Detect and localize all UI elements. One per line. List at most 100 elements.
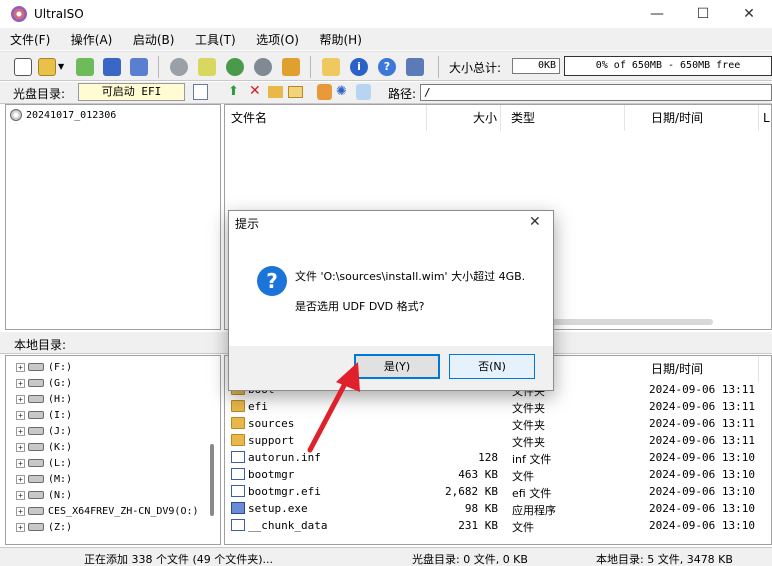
drive-icon (28, 411, 44, 419)
close-button[interactable]: ✕ (726, 0, 772, 28)
file-name: __chunk_data (248, 519, 328, 532)
menu-action[interactable]: 操作(A) (61, 28, 120, 48)
drive-icon (28, 523, 44, 531)
expand-icon[interactable]: + (16, 362, 25, 372)
window-title: UltraISO (34, 7, 84, 21)
disc-tree-root[interactable]: 20241017_012306 (10, 109, 116, 121)
file-type: 文件 (512, 470, 534, 483)
local-tree-item[interactable]: + (I:) (16, 407, 72, 423)
size-total-label: 大小总计: (449, 61, 502, 75)
mount-icon[interactable] (170, 58, 188, 76)
refresh-icon[interactable] (317, 84, 332, 100)
expand-icon[interactable]: + (16, 458, 25, 468)
menu-boot[interactable]: 启动(B) (123, 28, 182, 48)
file-row[interactable]: setup.exe 98 KB 应用程序 2024-09-06 13:10 (229, 501, 769, 518)
menu-tools[interactable]: 工具(T) (185, 28, 243, 48)
drive-label: (J:) (48, 425, 73, 437)
local-tree-item[interactable]: + (F:) (16, 359, 72, 375)
column-size[interactable]: 大小 (427, 105, 501, 131)
expand-icon[interactable]: + (16, 378, 25, 388)
no-button[interactable]: 否(N) (449, 354, 535, 379)
expand-icon[interactable]: + (16, 442, 25, 452)
file-date: 2024-09-06 13:10 (649, 468, 755, 481)
cd-icon[interactable] (282, 58, 300, 76)
drive-label: (G:) (48, 377, 73, 389)
file-size: 463 KB (458, 468, 498, 481)
menu-file[interactable]: 文件(F) (0, 28, 57, 48)
file-size: 128 (478, 451, 498, 464)
help-icon[interactable]: ? (378, 58, 396, 76)
info-icon[interactable]: i (350, 58, 368, 76)
local-tree-item[interactable]: + (Z:) (16, 519, 72, 535)
virtual-drive-icon[interactable] (254, 58, 272, 76)
save-icon[interactable] (103, 58, 121, 76)
app-logo-icon (11, 6, 27, 22)
file-type: efi 文件 (512, 487, 552, 500)
capacity-bar[interactable]: 0% of 650MB - 650MB free (564, 56, 772, 76)
expand-icon[interactable]: + (16, 490, 25, 500)
properties-icon[interactable] (322, 58, 340, 76)
minimize-button[interactable]: — (634, 0, 680, 28)
local-tree-item[interactable]: + (G:) (16, 375, 72, 391)
local-column-datetime[interactable]: 日期/时间 (647, 356, 759, 382)
file-name: support (248, 434, 295, 447)
local-tree-item[interactable]: + CES_X64FREV_ZH-CN_DV9(O:) (16, 503, 199, 519)
burn-icon[interactable] (198, 58, 216, 76)
file-date: 2024-09-06 13:11 (649, 383, 755, 396)
expand-icon[interactable]: + (16, 474, 25, 484)
open-icon[interactable] (38, 58, 56, 76)
rename-icon[interactable] (288, 86, 303, 98)
menu-help[interactable]: 帮助(H) (309, 28, 368, 48)
column-datetime[interactable]: 日期/时间 (647, 105, 759, 131)
column-name[interactable]: 文件名 (231, 105, 427, 131)
dialog-close-button[interactable]: ✕ (529, 214, 541, 230)
local-tree-item[interactable]: + (L:) (16, 455, 72, 471)
file-name: sources (248, 417, 295, 430)
local-tree-item[interactable]: + (K:) (16, 439, 72, 455)
drive-icon (28, 379, 44, 387)
menu-options[interactable]: 选项(O) (246, 28, 306, 48)
up-arrow-icon[interactable]: ⬆ (228, 84, 242, 100)
expand-icon[interactable]: + (16, 394, 25, 404)
expand-icon[interactable]: + (16, 410, 25, 420)
save-as-icon[interactable] (130, 58, 148, 76)
local-tree-panel[interactable]: + (F:) + (G:) + (H:) + (I:) + (J:) + (K:) + (L:) + (M:)… (5, 355, 221, 545)
local-tree-item[interactable]: + (J:) (16, 423, 72, 439)
extract-icon[interactable] (76, 58, 94, 76)
file-name: bootmgr (248, 468, 295, 481)
boot-icon[interactable] (356, 84, 371, 100)
maximize-button[interactable]: ☐ (680, 0, 726, 28)
file-date: 2024-09-06 13:10 (649, 451, 755, 464)
new-folder-icon[interactable] (268, 86, 283, 98)
compress-icon[interactable] (226, 58, 244, 76)
status-local: 本地目录: 5 文件, 3478 KB (596, 553, 733, 566)
column-extra[interactable]: L (763, 105, 772, 131)
annotation-arrow (307, 362, 360, 453)
file-row[interactable]: bootmgr 463 KB 文件 2024-09-06 13:10 (229, 467, 769, 484)
local-tree-item[interactable]: + (N:) (16, 487, 72, 503)
file-date: 2024-09-06 13:11 (649, 434, 755, 447)
vertical-scrollbar[interactable] (210, 444, 214, 516)
path-label: 路径: (388, 87, 417, 101)
expand-icon[interactable]: + (16, 522, 25, 532)
new-icon[interactable] (14, 58, 32, 76)
disc-tree-panel[interactable]: 20241017_012306 (5, 104, 221, 330)
file-type: 应用程序 (512, 504, 556, 517)
exit-icon[interactable] (406, 58, 424, 76)
local-tree-item[interactable]: + (M:) (16, 471, 72, 487)
file-row[interactable]: bootmgr.efi 2,682 KB efi 文件 2024-09-06 13:1… (229, 484, 769, 501)
folder-icon (231, 417, 245, 429)
local-tree-item[interactable]: + (H:) (16, 391, 72, 407)
expand-icon[interactable]: + (16, 506, 25, 516)
properties-small-icon[interactable] (193, 84, 208, 100)
file-date: 2024-09-06 13:10 (649, 485, 755, 498)
column-type[interactable]: 类型 (507, 105, 625, 131)
delete-icon[interactable]: ✕ (249, 83, 263, 99)
disc-root-label: 20241017_012306 (26, 109, 117, 121)
settings-gear-icon[interactable]: ✺ (336, 84, 351, 100)
boot-type-field[interactable]: 可启动 EFI (78, 83, 185, 101)
path-input[interactable]: / (420, 84, 772, 101)
dropdown-icon[interactable]: ▼ (58, 58, 66, 76)
file-row[interactable]: __chunk_data 231 KB 文件 2024-09-06 13:10 (229, 518, 769, 535)
expand-icon[interactable]: + (16, 426, 25, 436)
